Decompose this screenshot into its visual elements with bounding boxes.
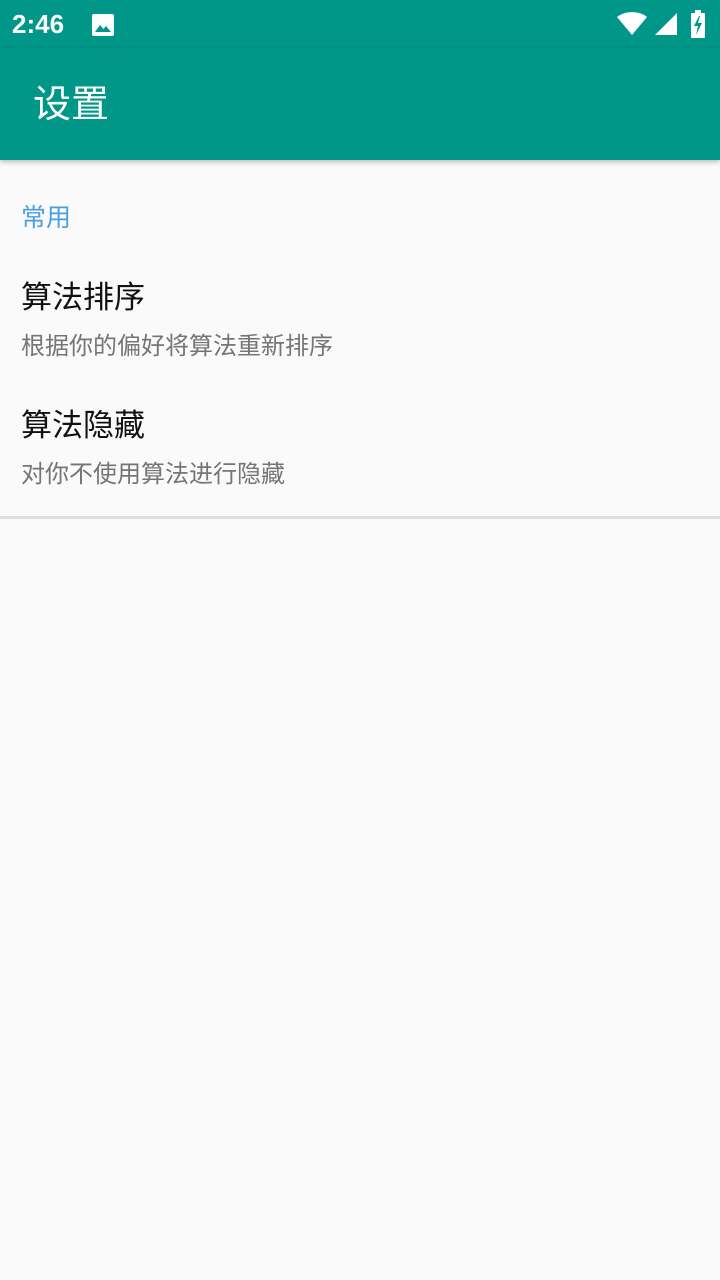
pref-item-algorithm-hide[interactable]: 算法隐藏 对你不使用算法进行隐藏	[0, 388, 720, 516]
list-divider	[0, 516, 720, 519]
pref-item-algorithm-sort[interactable]: 算法排序 根据你的偏好将算法重新排序	[0, 260, 720, 388]
category-title-common: 常用	[21, 203, 72, 232]
battery-charging-icon	[690, 10, 706, 38]
status-bar: 2:46	[0, 0, 720, 48]
pref-title: 算法排序	[21, 280, 145, 316]
image-icon	[91, 13, 115, 37]
wifi-icon	[616, 12, 648, 36]
pref-summary: 根据你的偏好将算法重新排序	[21, 332, 333, 360]
status-time: 2:46	[12, 9, 65, 39]
pref-title: 算法隐藏	[21, 408, 145, 444]
app-toolbar: 设置	[0, 48, 720, 160]
signal-icon	[654, 12, 678, 36]
page-title: 设置	[33, 82, 110, 126]
pref-summary: 对你不使用算法进行隐藏	[21, 460, 285, 488]
